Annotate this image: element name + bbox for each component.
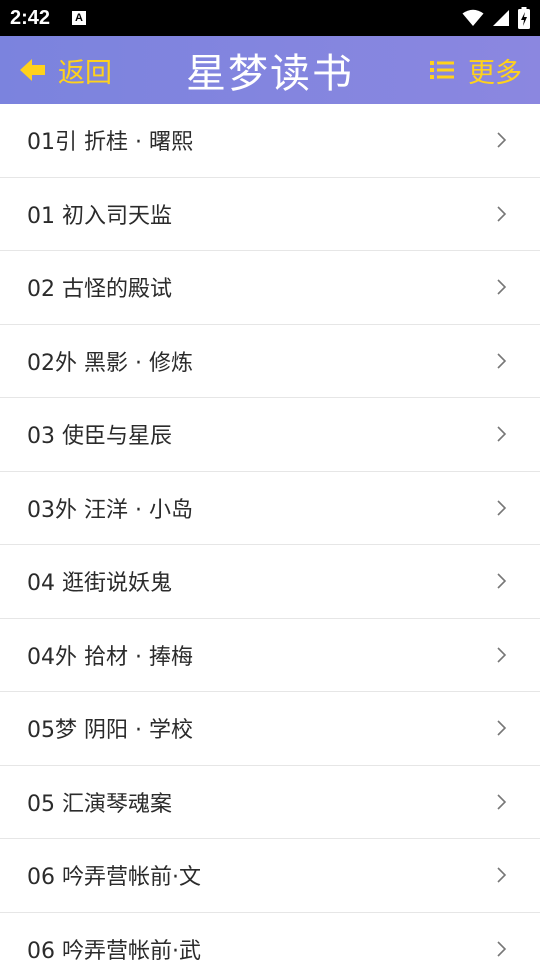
chevron-right-icon	[497, 353, 507, 369]
chapter-title: 02 古怪的殿试	[27, 277, 172, 303]
chapter-item[interactable]: 02 古怪的殿试	[0, 251, 540, 325]
battery-charging-icon	[518, 7, 530, 29]
chapter-title: 06 吟弄营帐前·文	[27, 865, 201, 891]
arrow-left-icon	[20, 59, 45, 81]
more-label: 更多	[468, 57, 522, 89]
status-icons	[462, 7, 530, 29]
more-button[interactable]: 更多	[430, 36, 522, 104]
back-button[interactable]: 返回	[20, 36, 112, 104]
chevron-right-icon	[497, 279, 507, 295]
chevron-right-icon	[497, 867, 507, 883]
chevron-right-icon	[497, 132, 507, 148]
chapter-item[interactable]: 02外 黑影 · 修炼	[0, 324, 540, 398]
back-label: 返回	[58, 57, 112, 89]
chapter-title: 03 使臣与星辰	[27, 424, 172, 450]
chevron-right-icon	[497, 500, 507, 516]
chapter-title: 01 初入司天监	[27, 203, 172, 229]
chapter-list: 01引 折桂 · 曙熙 01 初入司天监 02 古怪的殿试 02外 黑影 · 修炼 03…	[0, 104, 540, 960]
chevron-right-icon	[497, 941, 507, 957]
notification-a-icon: A	[72, 11, 87, 25]
chevron-right-icon	[497, 426, 507, 442]
chapter-title: 05 汇演琴魂案	[27, 791, 172, 817]
chapter-title: 02外 黑影 · 修炼	[27, 350, 193, 376]
chapter-item[interactable]: 01 初入司天监	[0, 177, 540, 251]
chapter-item[interactable]: 05梦 阴阳 · 学校	[0, 692, 540, 766]
chapter-title: 04外 拾材 · 捧梅	[27, 644, 193, 670]
chevron-right-icon	[497, 794, 507, 810]
chevron-right-icon	[497, 206, 507, 222]
chapter-title: 03外 汪洋 · 小岛	[27, 497, 193, 523]
chapter-item[interactable]: 01引 折桂 · 曙熙	[0, 104, 540, 178]
chapter-item[interactable]: 04 逛街说妖鬼	[0, 545, 540, 619]
chapter-item[interactable]: 06 吟弄营帐前·武	[0, 912, 540, 960]
chapter-item[interactable]: 03 使臣与星辰	[0, 398, 540, 472]
chapter-title: 04 逛街说妖鬼	[27, 571, 172, 597]
wifi-icon	[462, 9, 484, 26]
list-icon	[430, 61, 454, 79]
chevron-right-icon	[497, 573, 507, 589]
chevron-right-icon	[497, 720, 507, 736]
chapter-title: 05梦 阴阳 · 学校	[27, 718, 193, 744]
status-time: 2:42	[10, 6, 51, 29]
chevron-right-icon	[497, 647, 507, 663]
chapter-item[interactable]: 04外 拾材 · 捧梅	[0, 618, 540, 692]
chapter-title: 01引 折桂 · 曙熙	[27, 130, 193, 156]
signal-icon	[493, 10, 509, 26]
chapter-item[interactable]: 05 汇演琴魂案	[0, 765, 540, 839]
chapter-title: 06 吟弄营帐前·武	[27, 938, 201, 960]
app-header: 返回 星梦读书 更多	[0, 36, 540, 104]
status-bar: 2:42 A	[0, 0, 540, 36]
chapter-item[interactable]: 06 吟弄营帐前·文	[0, 839, 540, 913]
chapter-item[interactable]: 03外 汪洋 · 小岛	[0, 471, 540, 545]
